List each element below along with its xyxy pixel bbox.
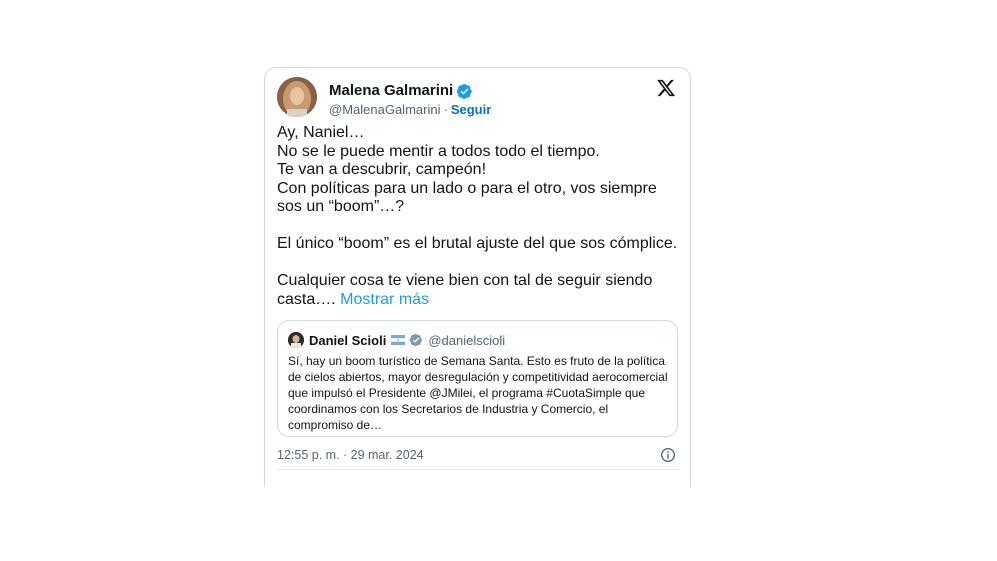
x-logo-icon[interactable]: [656, 78, 678, 100]
footer-divider: [277, 469, 678, 470]
separator-dot: ·: [443, 102, 448, 117]
argentina-flag-icon: [391, 335, 406, 345]
follow-button[interactable]: Seguir: [451, 102, 491, 118]
tweet-footer: 12:55 p. m. · 29 mar. 2024: [277, 446, 678, 466]
gray-verified-badge-icon: [409, 333, 423, 347]
author-avatar[interactable]: [277, 77, 317, 117]
quote-author-handle: @danielscioli: [428, 332, 506, 348]
author-name[interactable]: Malena Galmarini: [329, 82, 453, 100]
tweet-timestamp[interactable]: 12:55 p. m. · 29 mar. 2024: [277, 448, 424, 462]
quote-author-name: Daniel Scioli: [309, 332, 387, 348]
tweet-card: Malena Galmarini @MalenaGalmarini · Segu…: [264, 67, 691, 487]
verified-badge-icon: [456, 83, 473, 100]
show-more-link[interactable]: Mostrar más: [340, 291, 429, 308]
tweet-text: Ay, Naniel… No se le puede mentir a todo…: [277, 124, 678, 308]
tweet-header: Malena Galmarini @MalenaGalmarini · Segu…: [277, 77, 678, 117]
info-icon[interactable]: [660, 447, 676, 463]
author-handle[interactable]: @MalenaGalmarini: [329, 102, 440, 118]
quote-author-avatar: [288, 332, 304, 348]
quote-text: Sí, hay un boom turístico de Semana Sant…: [288, 354, 668, 432]
tweet-body: Ay, Naniel… No se le puede mentir a todo…: [277, 124, 682, 309]
quoted-tweet[interactable]: Daniel Scioli @danielscioli Sí, hay un b…: [277, 320, 678, 437]
